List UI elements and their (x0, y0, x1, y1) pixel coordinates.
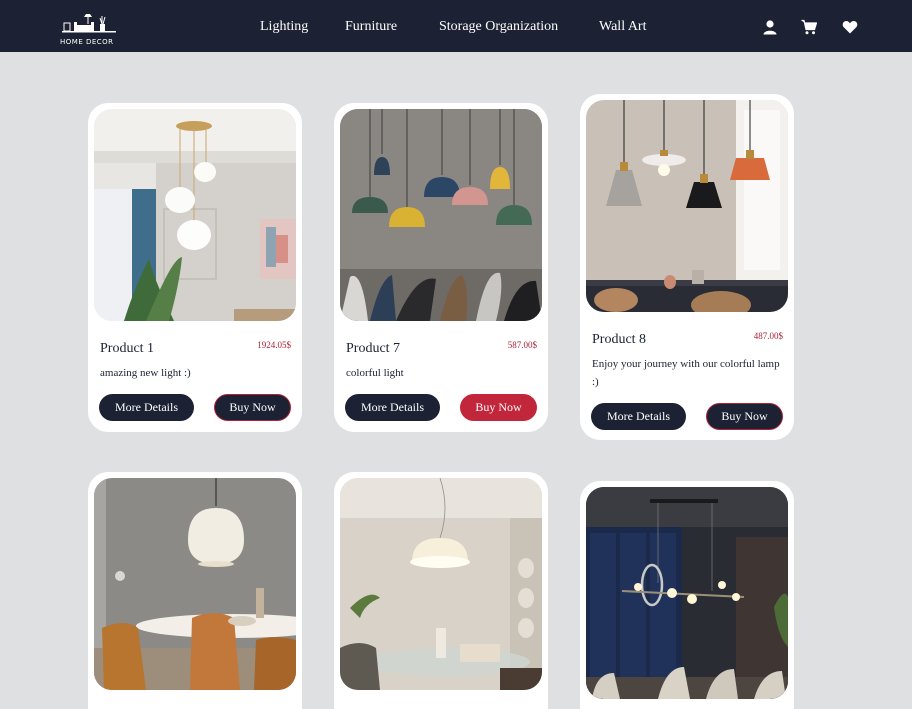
product-image[interactable] (94, 109, 296, 321)
nav-link-furniture[interactable]: Furniture (345, 19, 397, 35)
nav-link-lighting[interactable]: Lighting (260, 19, 308, 35)
product-image[interactable] (340, 478, 542, 690)
product-image[interactable] (340, 109, 542, 321)
logo-text: HOME DECOR (60, 38, 114, 46)
buy-now-button[interactable]: Buy Now (460, 394, 537, 421)
linear-chandelier-image (586, 487, 788, 699)
product-price: 487.00$ (753, 331, 783, 341)
more-details-button[interactable]: More Details (591, 403, 686, 430)
product-card (334, 472, 548, 709)
pendant-light-room-image (94, 109, 296, 321)
user-icon[interactable] (762, 19, 778, 35)
product-price: 587.00$ (507, 340, 537, 350)
product-card: Product 8 487.00$ Enjoy your journey wit… (580, 94, 794, 440)
nav-link-storage-organization[interactable]: Storage Organization (439, 19, 558, 35)
product-card (88, 472, 302, 709)
product-card: Product 7 587.00$ colorful light More De… (334, 103, 548, 432)
product-card (580, 481, 794, 709)
colorful-pendant-lights-image (340, 109, 542, 321)
home-decor-logo-icon (62, 14, 116, 33)
product-description: colorful light (346, 367, 404, 379)
more-details-button[interactable]: More Details (345, 394, 440, 421)
product-name: Product 7 (346, 341, 401, 356)
navbar: HOME DECOR Lighting Furniture Storage Or… (0, 0, 912, 52)
cart-icon[interactable] (801, 19, 817, 35)
product-price: 1924.05$ (257, 340, 291, 350)
buy-now-button[interactable]: Buy Now (706, 403, 783, 430)
product-card: Product 1 1924.05$ amazing new light :) … (88, 103, 302, 432)
product-name: Product 8 (592, 332, 647, 347)
product-image[interactable] (586, 100, 788, 312)
logo[interactable]: HOME DECOR (60, 14, 118, 48)
product-name: Product 1 (100, 341, 155, 356)
product-description: amazing new light :) (100, 367, 191, 379)
glass-dome-pendant-image (340, 478, 542, 690)
globe-pendant-dining-image (94, 478, 296, 690)
buy-now-button[interactable]: Buy Now (214, 394, 291, 421)
product-description: Enjoy your journey with our colorful lam… (592, 358, 780, 388)
scandinavian-pendants-image (586, 100, 788, 312)
nav-link-wall-art[interactable]: Wall Art (599, 19, 646, 35)
product-image[interactable] (586, 487, 788, 699)
more-details-button[interactable]: More Details (99, 394, 194, 421)
heart-icon[interactable] (842, 19, 858, 35)
product-image[interactable] (94, 478, 296, 690)
